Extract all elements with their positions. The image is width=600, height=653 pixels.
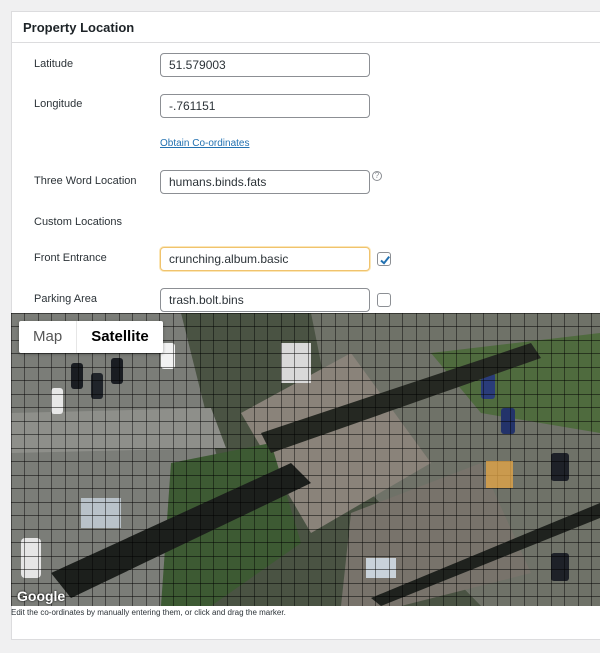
map-type-control: Map Satellite xyxy=(19,321,163,353)
map-type-satellite-button[interactable]: Satellite xyxy=(76,321,163,353)
latitude-label: Latitude xyxy=(34,58,74,70)
longitude-label: Longitude xyxy=(34,98,83,110)
custom-locations-heading: Custom Locations xyxy=(34,216,123,228)
help-icon[interactable]: ? xyxy=(372,171,382,181)
longitude-input[interactable] xyxy=(160,94,370,118)
front-entrance-checkbox[interactable] xyxy=(377,252,391,266)
checkmark-icon xyxy=(380,255,390,265)
parking-area-checkbox[interactable] xyxy=(377,293,391,307)
latitude-input[interactable] xyxy=(160,53,370,77)
parking-area-input[interactable] xyxy=(160,288,370,312)
map-caption: Edit the co-ordinates by manually enteri… xyxy=(11,608,286,617)
google-logo: Google xyxy=(17,588,66,604)
three-word-location-input[interactable] xyxy=(160,170,370,194)
parking-area-label: Parking Area xyxy=(34,293,97,305)
satellite-map[interactable]: Map Satellite Google xyxy=(11,313,600,606)
front-entrance-label: Front Entrance xyxy=(34,252,107,264)
satellite-imagery xyxy=(11,313,600,606)
map-type-map-button[interactable]: Map xyxy=(19,321,76,353)
panel-title: Property Location xyxy=(12,12,600,43)
obtain-coordinates-link[interactable]: Obtain Co-ordinates xyxy=(160,138,250,149)
front-entrance-input[interactable] xyxy=(160,247,370,271)
three-word-location-label: Three Word Location xyxy=(34,175,137,187)
